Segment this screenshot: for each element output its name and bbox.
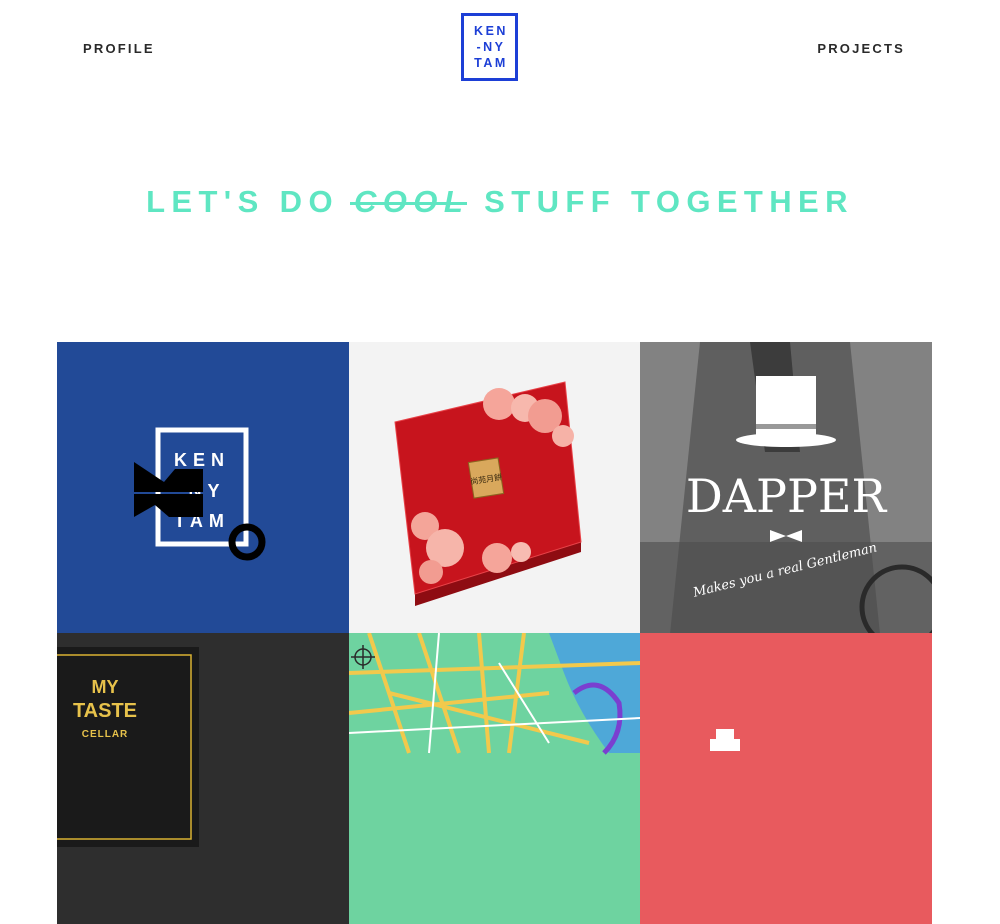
- project-tile-red[interactable]: [640, 633, 932, 924]
- project-grid: KEN NY TAM 尚苑月餅 DAPPER Makes you a real …: [57, 342, 932, 924]
- nav-projects-link[interactable]: PROJECTS: [817, 41, 905, 56]
- site-logo[interactable]: KEN -NY TAM: [461, 13, 518, 81]
- mooncake-artwork: 尚苑月餅: [348, 342, 641, 633]
- headline-pre: LET'S DO: [146, 184, 339, 219]
- identity-text-1: KEN: [174, 450, 230, 470]
- map-artwork: [348, 633, 641, 924]
- project-tile-identity[interactable]: KEN NY TAM: [57, 342, 349, 633]
- my-taste-cellar-artwork: MY TASTE CELLAR: [57, 633, 349, 924]
- red-tile-artwork: [640, 633, 932, 924]
- logo-line-2: -NY: [476, 40, 506, 54]
- project-tile-mooncake[interactable]: 尚苑月餅: [348, 342, 641, 633]
- cellar-line-3: CELLAR: [82, 729, 129, 740]
- hero-headline: LET'S DO COOL STUFF TOGETHER: [0, 184, 1000, 220]
- identity-artwork: KEN NY TAM: [57, 342, 349, 633]
- nav-profile-link[interactable]: PROFILE: [83, 41, 155, 56]
- project-tile-dapper[interactable]: DAPPER Makes you a real Gentleman: [640, 342, 932, 633]
- headline-struck-word: COOL: [354, 184, 470, 219]
- dapper-artwork: DAPPER Makes you a real Gentleman: [640, 342, 932, 633]
- logo-line-3: TAM: [474, 56, 508, 70]
- project-tile-my-taste-cellar[interactable]: MY TASTE CELLAR: [57, 633, 349, 924]
- cellar-line-2: TASTE: [73, 700, 137, 722]
- project-tile-map[interactable]: [348, 633, 641, 924]
- logo-line-1: KEN: [474, 24, 508, 38]
- dapper-title: DAPPER: [686, 469, 888, 523]
- cellar-line-1: MY: [92, 677, 119, 697]
- headline-post: STUFF TOGETHER: [484, 184, 854, 219]
